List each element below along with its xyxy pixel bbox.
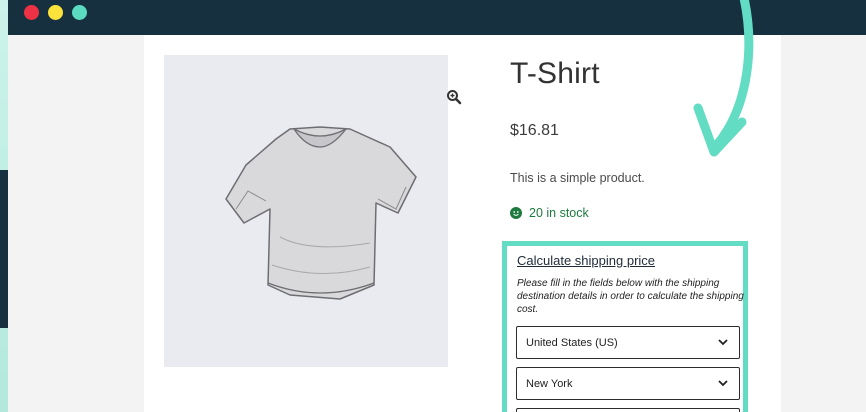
shipping-calculator: Calculate shipping price Please fill in … — [502, 241, 748, 412]
maximize-window-button[interactable] — [72, 5, 87, 20]
product-description: This is a simple product. — [510, 171, 645, 185]
state-value: New York — [526, 378, 573, 390]
zoom-in-icon[interactable] — [446, 89, 462, 105]
product-gallery[interactable] — [164, 55, 462, 367]
chevron-down-icon — [718, 380, 728, 387]
product-title: T-Shirt — [510, 57, 600, 90]
product-price: $16.81 — [510, 122, 559, 139]
curved-arrow-icon — [693, 0, 754, 157]
country-select[interactable]: United States (US) — [516, 326, 740, 359]
minimize-window-button[interactable] — [48, 5, 63, 20]
tshirt-image — [225, 126, 417, 300]
state-select[interactable]: New York — [516, 367, 740, 400]
postcode-field[interactable] — [516, 408, 740, 412]
calculate-shipping-link[interactable]: Calculate shipping price — [517, 253, 655, 268]
stock-text: 20 in stock — [529, 206, 589, 220]
shipping-help-text: Please fill in the fields below with the… — [517, 278, 744, 315]
chevron-down-icon — [718, 339, 728, 346]
check-circle-icon — [510, 207, 522, 219]
close-window-button[interactable] — [24, 5, 39, 20]
browser-window: T-Shirt $16.81 This is a simple product.… — [8, 0, 866, 412]
country-value: United States (US) — [526, 337, 618, 349]
stock-status: 20 in stock — [510, 206, 589, 220]
